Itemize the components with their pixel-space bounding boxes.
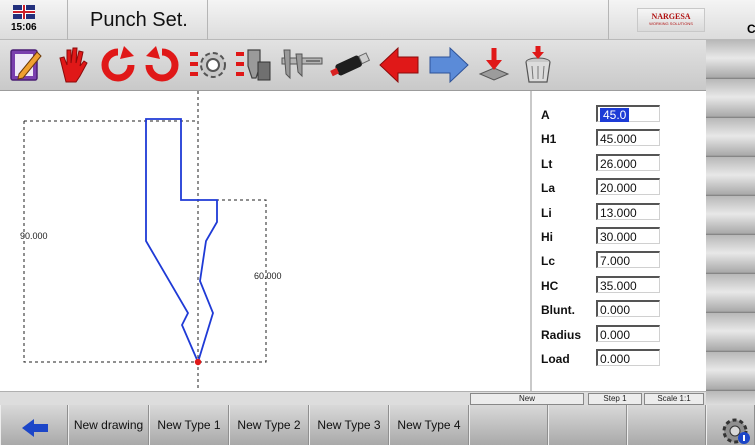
page-title: Punch Set. [90,9,188,31]
settings-gear-icon[interactable] [188,44,228,86]
dim-left-label: 90.000 [20,231,48,241]
toolbar [0,40,706,91]
punch-drawing-canvas[interactable]: 90.000 60.000 [0,91,530,391]
param-row: Li 13.000 [532,202,706,223]
language-time-block[interactable]: 15:06 [0,0,68,40]
top-header: 15:06 Punch Set. NARGESA WORKING SOLUTIO… [0,0,755,40]
save-icon[interactable] [474,44,514,86]
empty-softkey[interactable] [627,405,706,445]
usb-icon[interactable] [328,44,371,86]
header-divider [207,0,208,40]
status-mode: New [470,393,584,405]
clock-time: 15:06 [11,22,37,33]
param-label: HC [541,278,559,293]
edit-icon[interactable] [6,44,46,86]
param-input[interactable]: 0.000 [596,324,660,342]
param-label: Blunt. [541,303,575,318]
empty-softkey[interactable] [469,405,548,445]
param-row: Radius 0.000 [532,324,706,345]
settings-button[interactable] [706,405,755,445]
new-type-1-button[interactable]: New Type 1 [149,405,229,445]
param-row: Lt 26.000 [532,153,706,174]
param-value: 20.000 [600,181,637,196]
param-label: Lt [541,156,553,171]
status-bar: New Step 1 Scale 1:1 [0,391,706,405]
param-row: Blunt. 0.000 [532,300,706,320]
param-row: A 45.0 [532,105,706,125]
param-label: Lc [541,254,556,269]
param-row: H1 45.000 [532,129,706,149]
param-label: A [541,108,550,122]
param-input[interactable]: 26.000 [596,153,660,171]
logo-tagline-text: WORKING SOLUTIONS [649,21,693,26]
header-cutoff-text: C [747,22,755,36]
arrow-left-icon [22,419,48,437]
param-label: Load [541,352,570,366]
punch-profile [145,118,218,365]
dim-right-label: 60.000 [254,271,282,281]
new-drawing-button[interactable]: New drawing [68,405,149,445]
gear-icon [722,418,750,444]
tool-library-icon[interactable] [234,44,274,86]
param-label: H1 [541,132,557,147]
arrow-left-icon[interactable] [378,44,419,86]
param-value: 0.000 [600,303,631,318]
empty-softkey[interactable] [548,405,627,445]
rotate-right-icon[interactable] [142,44,182,86]
param-label: La [541,181,556,196]
param-row: HC 35.000 [532,275,706,296]
param-row: Hi 30.000 [532,227,706,247]
param-input[interactable]: 45.000 [596,129,660,147]
side-button-strip[interactable] [706,40,755,405]
arrow-right-icon[interactable] [426,44,469,86]
new-type-3-button[interactable]: New Type 3 [309,405,389,445]
param-input[interactable]: 7.000 [596,251,660,269]
param-value: 45.000 [600,132,637,147]
param-input[interactable]: 0.000 [596,349,660,366]
new-type-2-button[interactable]: New Type 2 [229,405,309,445]
hand-icon[interactable] [52,44,92,86]
header-divider [608,0,609,40]
param-value: 0.000 [600,327,631,342]
caliper-icon[interactable] [278,44,323,86]
param-row: Load 0.000 [532,349,706,369]
punch-tip-marker [194,358,202,366]
param-label: Li [541,205,552,220]
param-value: 0.000 [600,352,631,366]
param-input[interactable]: 13.000 [596,202,660,220]
param-input[interactable]: 30.000 [596,227,660,244]
param-value: 7.000 [600,254,631,269]
rotate-left-icon[interactable] [98,44,138,86]
param-input[interactable]: 20.000 [596,178,660,196]
param-row: Lc 7.000 [532,251,706,271]
logo-brand-text: NARGESA [651,12,691,21]
trash-icon[interactable] [518,44,558,86]
parameter-panel: A 45.0 H1 45.000 Lt 26.000 La 20.000 Li 13.000 Hi 3… [532,91,706,391]
param-input[interactable]: 45.0 [596,105,660,122]
status-step: Step 1 [588,393,642,405]
param-label: Hi [541,230,553,244]
param-row: La 20.000 [532,178,706,198]
param-value: 35.000 [600,278,637,293]
brand-logo: NARGESA WORKING SOLUTIONS [637,8,705,32]
param-label: Radius [541,327,582,342]
bottom-button-bar: New drawing New Type 1 New Type 2 New Ty… [0,405,755,445]
param-value: 45.0 [600,108,630,122]
param-input[interactable]: 35.000 [596,275,660,293]
param-value: 13.000 [600,205,637,220]
status-scale: Scale 1:1 [644,393,704,405]
uk-flag-icon[interactable] [13,5,35,19]
param-input[interactable]: 0.000 [596,300,660,318]
back-button[interactable] [0,405,68,445]
param-value: 30.000 [600,230,637,244]
new-type-4-button[interactable]: New Type 4 [389,405,469,445]
param-value: 26.000 [600,156,637,171]
